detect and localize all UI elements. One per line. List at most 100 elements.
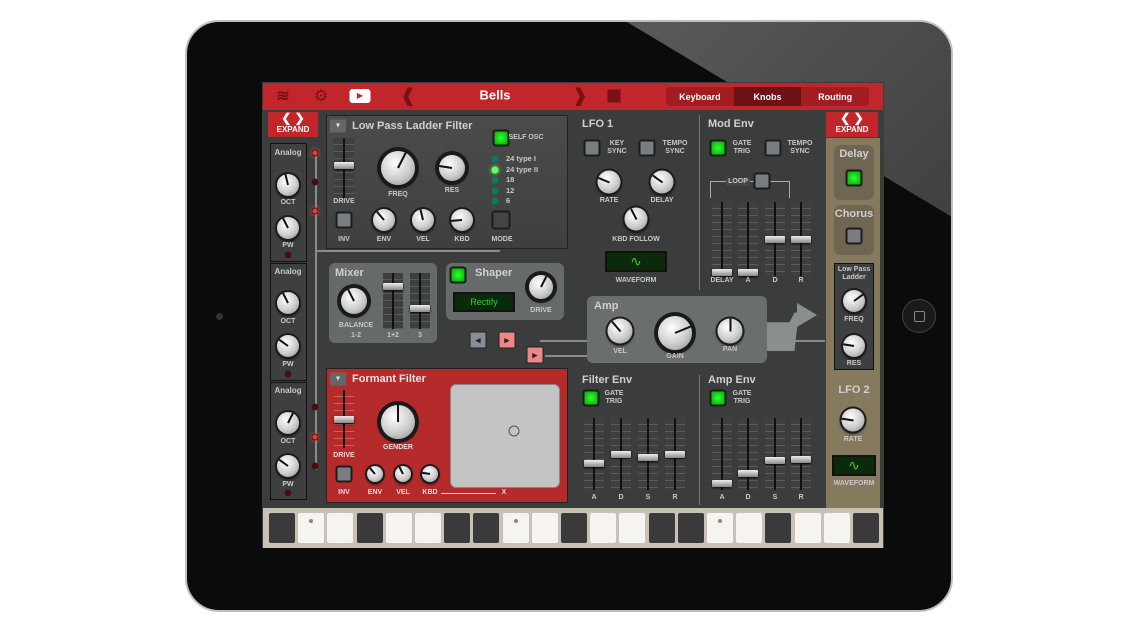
filter_env-slider-d[interactable] [611, 418, 631, 490]
osc3-type[interactable]: Analog [274, 387, 301, 395]
piano-key[interactable] [561, 513, 587, 543]
route-right-button-2[interactable]: ▶ [526, 346, 544, 364]
mod-env-tempo-sync-button[interactable] [764, 139, 782, 157]
slope-led[interactable] [491, 166, 499, 173]
tab-keyboard[interactable]: Keyboard [666, 87, 734, 106]
route-left-button[interactable]: ◀ [469, 331, 487, 349]
formant-drive-slider[interactable] [334, 390, 354, 448]
amp_env-slider-d[interactable] [738, 418, 758, 490]
chevron-left-icon[interactable]: ❰ [400, 86, 415, 107]
patch-point[interactable] [311, 207, 319, 215]
filter_env-slider-r[interactable] [665, 418, 685, 490]
lfo1-waveform-sine-icon[interactable]: ∿ [605, 251, 667, 272]
logo-icon[interactable]: ≋ [276, 86, 289, 106]
piano-key[interactable] [385, 513, 412, 543]
lpf-freq-knob[interactable] [381, 151, 415, 185]
shaper-on-button[interactable] [449, 266, 467, 284]
formant-gender-knob[interactable] [381, 405, 415, 439]
lpf-vel-knob[interactable] [412, 209, 434, 231]
piano-key[interactable] [473, 513, 500, 543]
formant-kbd-knob[interactable] [421, 466, 438, 482]
piano-key[interactable] [502, 513, 529, 543]
delay-toggle[interactable] [845, 169, 863, 187]
slope-option[interactable]: 24 type II [506, 165, 538, 174]
osc2-oct-knob[interactable] [277, 292, 299, 314]
amp-env-gate-trig-button[interactable] [709, 389, 727, 407]
lpf-env-knob[interactable] [373, 209, 395, 231]
amp-pan-knob[interactable] [717, 318, 743, 344]
home-button[interactable] [902, 299, 936, 333]
piano-key[interactable] [765, 513, 792, 543]
mod_env-slider-a[interactable] [738, 202, 758, 276]
osc1-pw-knob[interactable] [277, 217, 299, 239]
piano-key[interactable] [794, 513, 821, 543]
osc3-pw-knob[interactable] [277, 455, 299, 477]
lfo1-key-sync-button[interactable] [583, 139, 601, 157]
piano-key[interactable] [327, 513, 354, 543]
osc3-oct-knob[interactable] [277, 412, 299, 434]
amp-gain-knob[interactable] [658, 316, 692, 350]
slope-led[interactable] [491, 176, 499, 184]
route-right-button[interactable]: ▶ [498, 331, 516, 349]
collapse-triangle-icon[interactable]: ▼ [330, 119, 346, 133]
formant-env-knob[interactable] [367, 466, 383, 482]
filter_env-slider-s[interactable] [638, 418, 658, 490]
patch-point[interactable] [311, 403, 319, 411]
lfo1-kbd-follow-knob[interactable] [624, 207, 648, 231]
osc1-oct-knob[interactable] [277, 174, 299, 196]
piano-key[interactable] [531, 513, 558, 543]
lpf-mode-button[interactable] [491, 210, 511, 230]
lpf-kbd-knob[interactable] [450, 209, 473, 231]
lfo2-waveform-sine-icon[interactable]: ∿ [832, 455, 876, 476]
chevron-right-icon[interactable]: ❱ [572, 86, 587, 107]
shaper-drive-knob[interactable] [529, 275, 553, 299]
chorus-toggle[interactable] [845, 227, 863, 245]
slope-option[interactable]: 18 [506, 176, 514, 184]
tab-routing[interactable]: Routing [801, 87, 869, 106]
piano-key[interactable] [648, 513, 675, 543]
amp_env-slider-s[interactable] [765, 418, 785, 490]
piano-key[interactable] [356, 513, 383, 543]
formant-inv-button[interactable] [335, 465, 353, 483]
lpl-res-knob[interactable] [842, 335, 865, 357]
slope-led[interactable] [491, 187, 499, 194]
filter_env-slider-a[interactable] [584, 418, 604, 490]
lfo1-delay-knob[interactable] [650, 170, 674, 194]
left-expand-button[interactable]: ❮ ❯ EXPAND [268, 112, 318, 137]
piano-key[interactable] [736, 513, 763, 543]
slope-option[interactable]: 6 [506, 197, 510, 205]
osc2-pw-knob[interactable] [277, 335, 299, 357]
video-play-icon[interactable]: ▶ [349, 89, 371, 103]
patch-point[interactable] [311, 178, 319, 186]
right-expand-button[interactable]: ❮ ❯ EXPAND [826, 112, 878, 137]
filter-env-gate-trig-button[interactable] [582, 389, 600, 407]
formant-vel-knob[interactable] [395, 466, 411, 482]
mixer-1-2-slider[interactable] [383, 273, 403, 329]
xy-pad-cursor[interactable] [508, 425, 520, 437]
save-icon[interactable] [607, 89, 621, 103]
mixer-balance-knob[interactable] [341, 288, 367, 314]
lpf-drive-slider[interactable] [334, 138, 354, 198]
formant-xy-pad[interactable] [450, 384, 560, 488]
osc2-type[interactable]: Analog [274, 268, 301, 276]
shaper-mode-display[interactable]: Rectify [453, 292, 515, 312]
gear-icon[interactable]: ⚙ [314, 86, 328, 106]
patch-point[interactable] [311, 149, 319, 157]
amp_env-slider-r[interactable] [791, 418, 811, 490]
mod_env-slider-d[interactable] [765, 202, 785, 276]
piano-key[interactable] [677, 513, 704, 543]
amp_env-slider-a[interactable] [712, 418, 732, 490]
lpf-res-knob[interactable] [439, 155, 465, 181]
piano-key[interactable] [707, 513, 733, 543]
piano-key[interactable] [590, 513, 617, 543]
tab-knobs[interactable]: Knobs [733, 87, 802, 106]
collapse-triangle-icon[interactable]: ▼ [330, 372, 346, 386]
mixer-3-slider[interactable] [410, 273, 430, 329]
piano-key[interactable] [298, 513, 325, 543]
lpf-inv-button[interactable] [335, 211, 353, 229]
osc1-type[interactable]: Analog [274, 149, 301, 157]
mod-env-gate-trig-button[interactable] [709, 139, 727, 157]
slope-led[interactable] [491, 197, 499, 205]
slope-led[interactable] [491, 155, 499, 163]
piano-key[interactable] [853, 513, 879, 543]
